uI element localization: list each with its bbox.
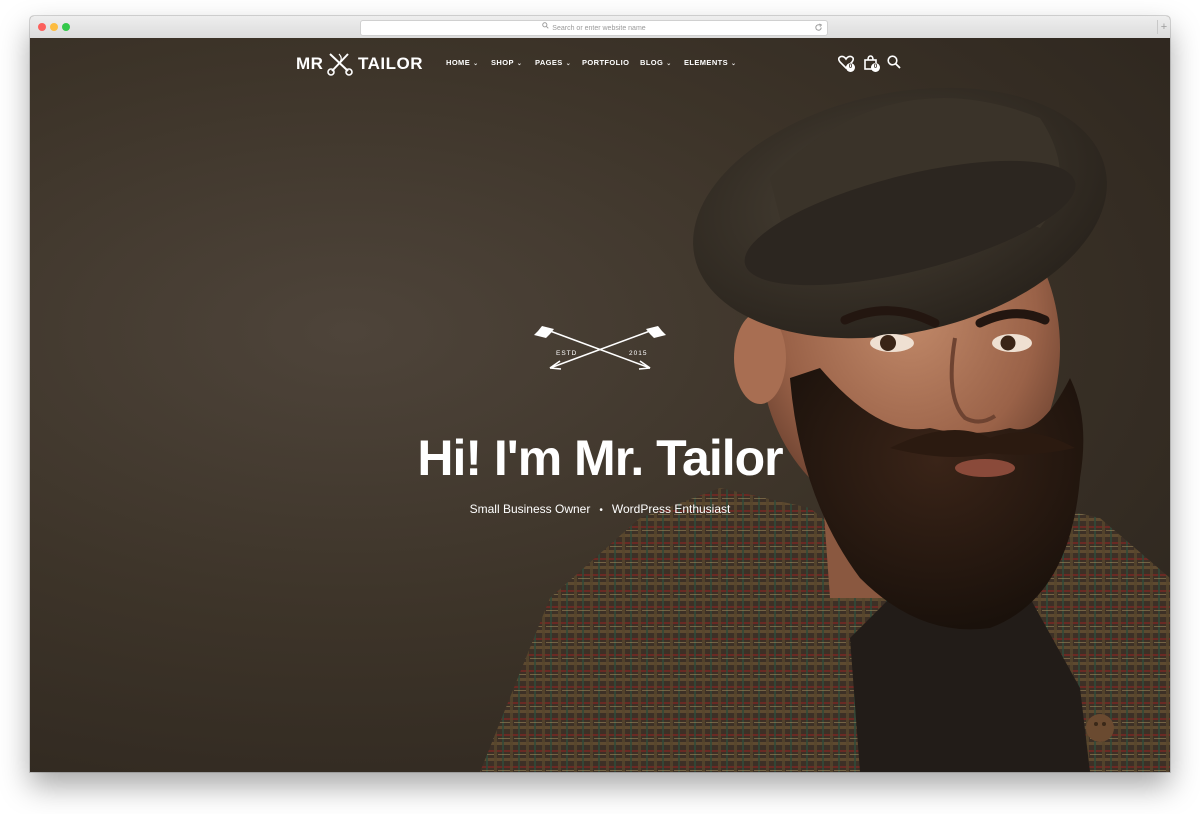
nav-item-pages[interactable]: PAGES ⌄ [535,58,571,67]
hero-subline: Small Business Owner • WordPress Enthusias… [330,502,870,516]
nav-item-label: HOME [446,58,471,67]
browser-toolbar: Search or enter website name + [30,16,1170,39]
emblem-year-label: 2015 [629,350,647,357]
subline-separator: • [599,505,603,516]
logo-text-left: MR [296,54,324,73]
maximize-window-button[interactable] [62,23,70,31]
chevron-down-icon: ⌄ [516,61,523,67]
nav-item-label: BLOG [640,58,664,67]
cart-count-badge: 0 [871,63,880,72]
address-bar[interactable]: Search or enter website name [360,20,828,36]
nav-item-label: PAGES [535,58,563,67]
scissors-icon [327,52,353,81]
reload-icon[interactable] [814,23,823,38]
hero-headline: Hi! I'm Mr. Tailor [417,430,783,486]
chevron-down-icon: ⌄ [473,61,479,67]
search-button[interactable] [887,55,901,74]
estd-emblem: ESTD 2015 [520,323,680,378]
wishlist-count-badge: 0 [846,63,855,72]
nav-item-label: SHOP [491,58,514,67]
nav-item-portfolio[interactable]: PORTFOLIO [582,58,629,67]
emblem-estd-label: ESTD [556,350,577,357]
logo-text-right: TAILOR [358,54,424,73]
chevron-down-icon: ⌄ [565,61,572,67]
hero-section: MR TAILOR HOME ⌄ SHOP ⌄ PAGES ⌄ PORTFOLI… [30,38,1170,772]
close-window-button[interactable] [38,23,46,31]
crossed-arrows-icon: ESTD 2015 [534,326,666,370]
nav-item-shop[interactable]: SHOP ⌄ [491,58,522,67]
cart-button[interactable]: 0 [863,55,880,75]
nav-item-home[interactable]: HOME ⌄ [446,58,479,67]
nav-item-label: PORTFOLIO [582,58,630,67]
minimize-window-button[interactable] [50,23,58,31]
subline-part-1: Small Business Owner [469,502,591,516]
subline-part-2: WordPress Enthusiast [611,502,731,516]
search-icon [542,21,549,35]
browser-window: Search or enter website name + MR TAILOR… [30,16,1170,772]
new-tab-button[interactable]: + [1157,20,1170,34]
site-header: MR TAILOR HOME ⌄ SHOP ⌄ PAGES ⌄ PORTFOLI… [30,38,1170,94]
wishlist-button[interactable]: 0 [837,55,855,74]
nav-item-elements[interactable]: ELEMENTS ⌄ [684,58,736,67]
chevron-down-icon: ⌄ [731,61,737,67]
nav-item-blog[interactable]: BLOG ⌄ [640,58,672,67]
chevron-down-icon: ⌄ [666,61,672,67]
address-bar-placeholder: Search or enter website name [552,24,646,32]
nav-item-label: ELEMENTS [684,58,729,67]
search-icon [887,55,901,73]
hero-portrait-image [480,87,1170,772]
